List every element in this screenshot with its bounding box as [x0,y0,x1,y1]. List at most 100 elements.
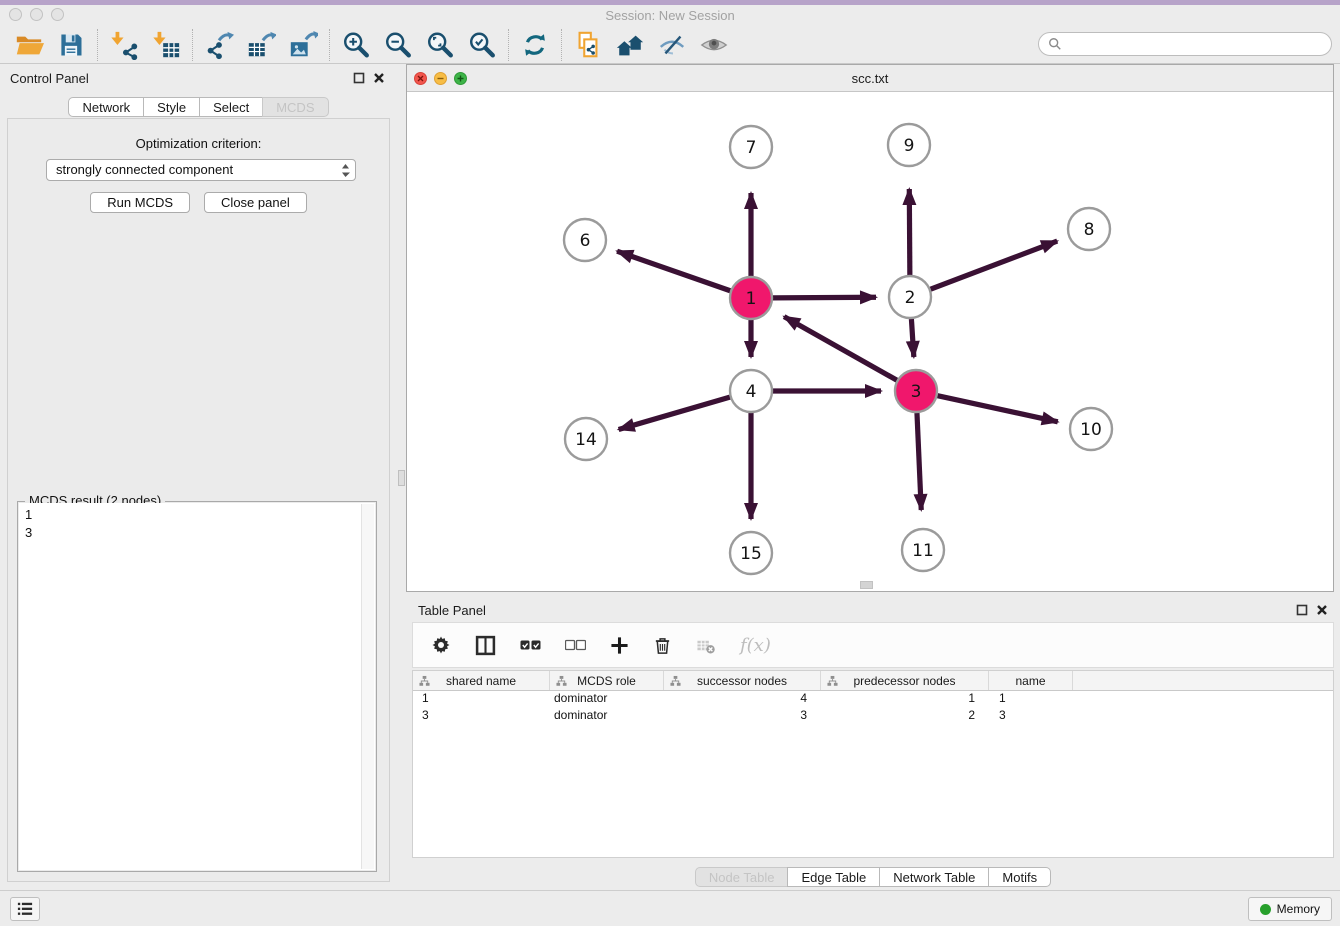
table-cell: 1 [989,691,1073,708]
column-header-name[interactable]: name [989,671,1073,690]
table-settings-button[interactable] [431,635,451,655]
table-row[interactable]: 1dominator411 [413,691,1333,708]
graph-node-10[interactable]: 10 [1070,408,1112,450]
table-panel-tabs: Node Table Edge Table Network Table Moti… [406,867,1340,887]
graph-node-3[interactable]: 3 [895,370,937,412]
session-title: Session: New Session [0,5,1340,26]
zoom-selected-button[interactable] [461,28,503,62]
zoom-window-button[interactable] [51,8,64,21]
column-header-shared-name[interactable]: shared name [413,671,550,690]
graph-edge-4-14[interactable] [619,397,730,429]
search-input[interactable] [1067,34,1331,54]
graph-edge-2-9[interactable] [909,189,910,275]
graph-edge-3-1[interactable] [784,317,897,381]
graph-edge-2-3[interactable] [911,319,913,357]
show-graphics-details-button[interactable] [693,28,735,62]
memory-label: Memory [1277,902,1320,916]
zoom-out-button[interactable] [377,28,419,62]
mcds-result-text[interactable]: 1 3 [19,503,375,870]
select-all-button[interactable] [520,638,541,652]
table-cell: 1 [821,691,989,708]
toolbar-separator [97,29,98,61]
graph-node-8[interactable]: 8 [1068,208,1110,250]
show-task-history-button[interactable] [10,897,40,921]
graph-node-7[interactable]: 7 [730,126,772,168]
graph-node-1[interactable]: 1 [730,277,772,319]
close-panel-icon[interactable] [1316,604,1328,616]
export-table-button[interactable] [240,28,282,62]
close-window-button[interactable] [9,8,22,21]
memory-button[interactable]: Memory [1248,897,1332,921]
maximize-network-button[interactable] [454,72,467,85]
export-network-button[interactable] [198,28,240,62]
graph-edge-2-8[interactable] [931,241,1058,289]
tab-select[interactable]: Select [199,97,263,117]
deselect-all-button[interactable] [565,638,586,652]
graph-edge-1-6[interactable] [617,251,730,291]
tab-network-table[interactable]: Network Table [879,867,989,887]
table-body: 1dominator4113dominator323 [413,691,1333,725]
network-file-icon [573,30,603,60]
mcds-panel: Optimization criterion: strongly connect… [7,118,390,882]
search-box[interactable] [1038,32,1332,56]
tab-motifs[interactable]: Motifs [988,867,1051,887]
network-canvas[interactable]: 7 9 6 8 1 2 4 3 14 10 15 11 [407,92,1333,591]
column-visibility-button[interactable] [475,635,496,656]
table-toolbar: f(x) [412,622,1334,668]
svg-text:11: 11 [912,541,934,561]
run-mcds-button[interactable]: Run MCDS [90,192,190,213]
minimize-network-button[interactable] [434,72,447,85]
svg-text:7: 7 [746,138,757,158]
close-network-button[interactable] [414,72,427,85]
refresh-icon [520,30,550,60]
graph-edge-3-11[interactable] [917,413,921,510]
tab-edge-table[interactable]: Edge Table [787,867,880,887]
column-header-predecessor-nodes[interactable]: predecessor nodes [821,671,989,690]
graph-edge-3-10[interactable] [937,396,1057,422]
splitter-grip[interactable] [398,470,405,486]
column-header-successor-nodes[interactable]: successor nodes [664,671,821,690]
save-session-button[interactable] [50,28,92,62]
open-session-button[interactable] [8,28,50,62]
zoom-in-button[interactable] [335,28,377,62]
import-table-button[interactable] [145,28,187,62]
graph-edge-1-2[interactable] [773,297,876,298]
table-row[interactable]: 3dominator323 [413,708,1333,725]
close-panel-icon[interactable] [373,72,385,84]
graph-node-15[interactable]: 15 [730,532,772,574]
network-overview-button[interactable] [609,28,651,62]
hide-graphics-details-button[interactable] [651,28,693,62]
open-network-file-button[interactable] [567,28,609,62]
zoom-fit-button[interactable] [419,28,461,62]
column-header-mcds-role[interactable]: MCDS role [550,671,664,690]
float-panel-icon[interactable] [353,72,365,84]
close-panel-button[interactable]: Close panel [204,192,307,213]
tab-node-table[interactable]: Node Table [695,867,789,887]
graph-node-11[interactable]: 11 [902,529,944,571]
vertical-splitter[interactable] [397,64,406,890]
toolbar-separator [508,29,509,61]
delete-column-button[interactable] [653,635,672,655]
canvas-resize-grip[interactable] [860,581,873,589]
network-window-titlebar[interactable]: scc.txt [407,65,1333,92]
add-column-button[interactable] [610,636,629,655]
tab-mcds[interactable]: MCDS [262,97,328,117]
graph-node-14[interactable]: 14 [565,418,607,460]
minimize-window-button[interactable] [30,8,43,21]
export-image-button[interactable] [282,28,324,62]
graph-node-4[interactable]: 4 [730,370,772,412]
export-table-icon [246,30,276,60]
refresh-layout-button[interactable] [514,28,556,62]
criterion-select[interactable]: strongly connected component [46,159,356,181]
graph-node-6[interactable]: 6 [564,219,606,261]
tab-network[interactable]: Network [68,97,144,117]
status-bar: Memory [0,890,1340,926]
import-network-button[interactable] [103,28,145,62]
tab-style[interactable]: Style [143,97,200,117]
svg-text:9: 9 [904,136,915,156]
graph-svg[interactable]: 7 9 6 8 1 2 4 3 14 10 15 11 [407,92,1333,591]
result-scrollbar[interactable] [361,504,374,869]
graph-node-9[interactable]: 9 [888,124,930,166]
graph-node-2[interactable]: 2 [889,276,931,318]
float-panel-icon[interactable] [1296,604,1308,616]
